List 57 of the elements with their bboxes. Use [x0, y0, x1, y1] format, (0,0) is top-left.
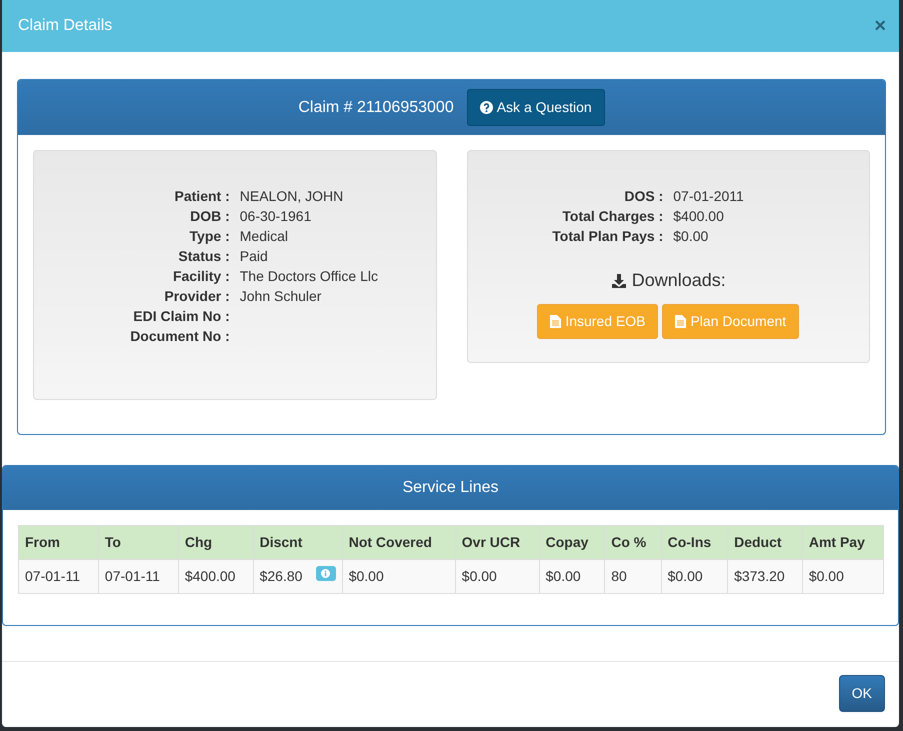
info-icon — [321, 569, 330, 578]
column-header: From — [18, 526, 98, 560]
table-cell: $26.80 — [260, 568, 302, 584]
field-value: NEALON, JOHN — [240, 187, 344, 205]
column-header: To — [98, 526, 178, 560]
service-lines-title: Service Lines — [3, 466, 898, 510]
field-value: 07-01-2011 — [673, 187, 745, 205]
field-value: The Doctors Office Llc — [240, 267, 379, 285]
field-label: DOS : — [623, 187, 664, 205]
download-button[interactable]: Plan Document — [662, 304, 800, 339]
column-header: Co % — [604, 526, 662, 560]
column-header: Ovr UCR — [455, 526, 540, 560]
table-cell: $0.00 — [802, 560, 884, 594]
field-value: 06-30-1961 — [240, 207, 312, 225]
field-label: Document No : — [129, 327, 230, 345]
close-button[interactable]: × — [874, 16, 886, 36]
field-label: Total Plan Pays : — [551, 227, 664, 245]
downloads-heading: Downloads: — [632, 269, 726, 292]
table-cell: 07-01-11 — [18, 560, 98, 594]
question-icon — [480, 101, 493, 114]
column-header: Co-Ins — [661, 526, 728, 560]
column-header: Discnt — [253, 526, 342, 560]
document-icon — [550, 315, 562, 328]
ask-question-button[interactable]: Ask a Question — [466, 89, 605, 126]
download-button[interactable]: Insured EOB — [537, 304, 658, 339]
table-cell: $0.00 — [342, 560, 456, 594]
ok-button[interactable]: OK — [838, 675, 885, 712]
field-value: $0.00 — [673, 227, 710, 245]
field-value: John Schuler — [240, 287, 322, 305]
field-value: Medical — [240, 227, 289, 245]
table-cell: $400.00 — [178, 560, 254, 594]
claim-number: Claim # 21106953000 — [298, 98, 454, 118]
field-label: Patient : — [174, 187, 230, 205]
modal-title: Claim Details — [18, 16, 112, 36]
table-cell: $0.00 — [455, 560, 540, 594]
table-cell: $0.00 — [661, 560, 728, 594]
column-header: Amt Pay — [802, 526, 884, 560]
field-label: Provider : — [163, 287, 230, 305]
table-cell: $0.00 — [539, 560, 605, 594]
field-label: Facility : — [172, 267, 230, 285]
table-cell: 80 — [604, 560, 662, 594]
field-label: Type : — [188, 227, 230, 245]
info-button[interactable] — [316, 566, 336, 581]
field-label: DOB : — [189, 207, 230, 225]
column-header: Chg — [178, 526, 254, 560]
column-header: Copay — [539, 526, 605, 560]
field-label: Status : — [177, 247, 230, 265]
column-header: Deduct — [728, 526, 802, 560]
field-label: Total Charges : — [561, 207, 664, 225]
column-header: Not Covered — [342, 526, 456, 560]
table-cell: 07-01-11 — [98, 560, 178, 594]
download-icon — [610, 272, 627, 288]
field-value: $400.00 — [673, 207, 725, 225]
document-icon — [675, 315, 686, 328]
table-cell: $373.20 — [728, 560, 802, 594]
field-label: EDI Claim No : — [132, 307, 230, 325]
field-value: Paid — [240, 247, 269, 265]
